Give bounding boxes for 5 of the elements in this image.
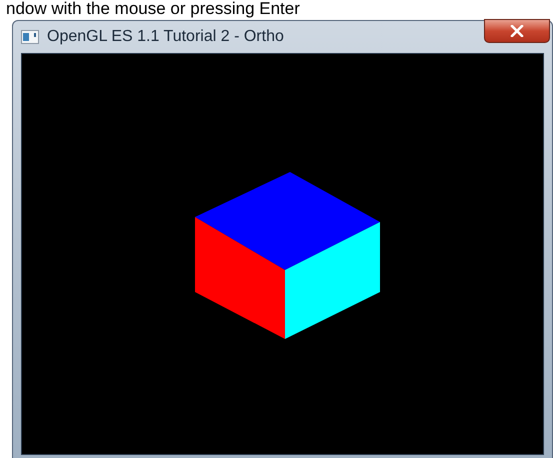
window-title: OpenGL ES 1.1 Tutorial 2 - Ortho — [47, 27, 284, 47]
close-icon — [510, 25, 524, 37]
caption-text: ndow with the mouse or pressing Enter — [5, 0, 301, 18]
window-app-icon — [21, 30, 39, 44]
close-button[interactable] — [484, 19, 550, 43]
